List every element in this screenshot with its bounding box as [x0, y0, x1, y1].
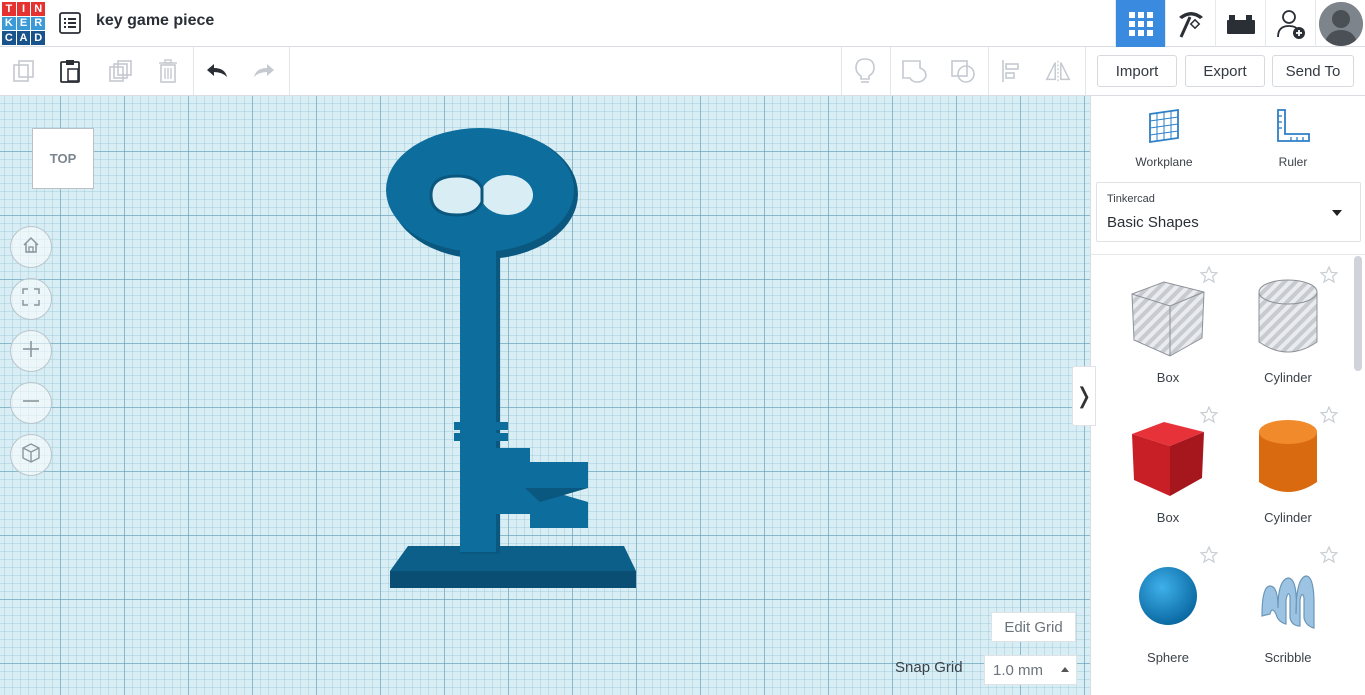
shape-box[interactable]: Box: [1108, 400, 1228, 530]
add-user-icon[interactable]: [1265, 0, 1315, 47]
shape-cylinder-hole[interactable]: Cylinder: [1228, 260, 1348, 390]
snap-grid-select[interactable]: 1.0 mm: [984, 655, 1077, 685]
library-name: Basic Shapes: [1107, 214, 1199, 231]
shape-scribble[interactable]: Scribble: [1228, 540, 1348, 670]
shape-label: Sphere: [1147, 650, 1189, 665]
toolbar-divider: [1085, 47, 1086, 95]
redo-icon[interactable]: [250, 57, 278, 85]
tinkercad-logo[interactable]: TIN KER CAD: [2, 2, 45, 45]
shapes-panel: Workplane Ruler Tinkercad Basic Shapes B…: [1090, 96, 1365, 695]
design-list-icon[interactable]: [58, 11, 82, 35]
shape-cylinder[interactable]: Cylinder: [1228, 400, 1348, 530]
cylinder-hole-icon: [1248, 276, 1328, 362]
brick-icon[interactable]: [1215, 0, 1265, 47]
chevron-up-icon: [1061, 667, 1069, 672]
copy-icon[interactable]: [10, 57, 38, 85]
workplane-tool[interactable]: Workplane: [1119, 108, 1209, 169]
toolbar-divider: [890, 47, 891, 95]
chevron-down-icon: [1332, 210, 1342, 216]
shapes-grid: Box Cylinder Box Cylinder Sphere Scribbl…: [1091, 254, 1365, 695]
fit-view-icon: [21, 287, 41, 312]
library-source: Tinkercad: [1107, 193, 1155, 205]
box-hole-icon: [1128, 276, 1208, 362]
sphere-icon: [1128, 556, 1208, 642]
collapse-panel-button[interactable]: ❭: [1072, 366, 1096, 426]
home-icon: [21, 235, 41, 260]
snap-grid-label: Snap Grid: [895, 659, 963, 676]
panel-scrollbar[interactable]: [1354, 256, 1362, 371]
duplicate-icon[interactable]: [106, 57, 134, 85]
logo-letter: N: [31, 2, 45, 16]
shape-library-select[interactable]: Tinkercad Basic Shapes: [1096, 182, 1361, 242]
group-icon[interactable]: [900, 57, 928, 85]
workplane-canvas[interactable]: TOP Edit Grid Snap Grid 1.0 mm: [0, 96, 1090, 695]
shape-label: Box: [1156, 510, 1180, 525]
design-title[interactable]: key game piece: [96, 12, 214, 30]
toolbar-divider: [289, 47, 290, 95]
perspective-button[interactable]: [10, 434, 52, 476]
shape-sphere[interactable]: Sphere: [1108, 540, 1228, 670]
undo-icon[interactable]: [203, 57, 231, 85]
delete-icon[interactable]: [154, 57, 182, 85]
toolbar-divider: [193, 47, 194, 95]
shape-label: Cylinder: [1264, 370, 1312, 385]
cylinder-icon: [1248, 416, 1328, 502]
logo-letter: R: [31, 16, 45, 31]
ruler-tool[interactable]: Ruler: [1248, 108, 1338, 169]
scribble-icon: [1248, 556, 1328, 642]
top-bar: TIN KER CAD key game piece: [0, 0, 1365, 47]
align-icon[interactable]: [998, 57, 1026, 85]
zoom-in-button[interactable]: [10, 330, 52, 372]
shape-label: Cylinder: [1264, 510, 1312, 525]
ungroup-icon[interactable]: [949, 57, 977, 85]
logo-letter: T: [2, 2, 16, 16]
shape-box-hole[interactable]: Box: [1108, 260, 1228, 390]
logo-letter: D: [31, 31, 45, 45]
logo-letter: C: [2, 31, 16, 45]
key-model[interactable]: [380, 126, 650, 601]
zoom-out-button[interactable]: [10, 382, 52, 424]
logo-letter: I: [16, 2, 31, 16]
fit-view-button[interactable]: [10, 278, 52, 320]
box-icon: [1128, 416, 1208, 502]
avatar[interactable]: [1318, 1, 1363, 46]
export-button[interactable]: Export: [1185, 55, 1265, 87]
zoom-in-icon: [21, 339, 41, 364]
toolbar-divider: [988, 47, 989, 95]
logo-letter: E: [16, 16, 31, 31]
view-cube-label: TOP: [49, 151, 77, 166]
ruler-icon: [1275, 108, 1311, 149]
snap-grid-value: 1.0 mm: [993, 661, 1044, 679]
grid-3d-view-icon[interactable]: [1115, 0, 1165, 47]
mirror-icon[interactable]: [1044, 57, 1072, 85]
send-to-button[interactable]: Send To: [1272, 55, 1354, 87]
zoom-out-icon: [21, 391, 41, 416]
paste-icon[interactable]: [56, 57, 84, 85]
shape-label: Scribble: [1264, 650, 1312, 665]
edit-grid-button[interactable]: Edit Grid: [991, 612, 1076, 642]
perspective-icon: [20, 442, 42, 469]
workplane-label: Workplane: [1135, 155, 1193, 169]
view-cube[interactable]: TOP: [32, 128, 94, 189]
user-avatar[interactable]: [1315, 0, 1365, 47]
chevron-right-icon: ❭: [1074, 383, 1094, 409]
logo-letter: K: [2, 16, 16, 31]
workplane-icon: [1146, 108, 1182, 149]
import-button[interactable]: Import: [1097, 55, 1177, 87]
shape-label: Box: [1156, 370, 1180, 385]
edit-toolbar: Import Export Send To: [0, 47, 1365, 96]
note-icon[interactable]: [851, 57, 879, 85]
toolbar-divider: [841, 47, 842, 95]
ruler-label: Ruler: [1278, 155, 1308, 169]
home-view-button[interactable]: [10, 226, 52, 268]
pickaxe-icon[interactable]: [1165, 0, 1215, 47]
logo-letter: A: [16, 31, 31, 45]
